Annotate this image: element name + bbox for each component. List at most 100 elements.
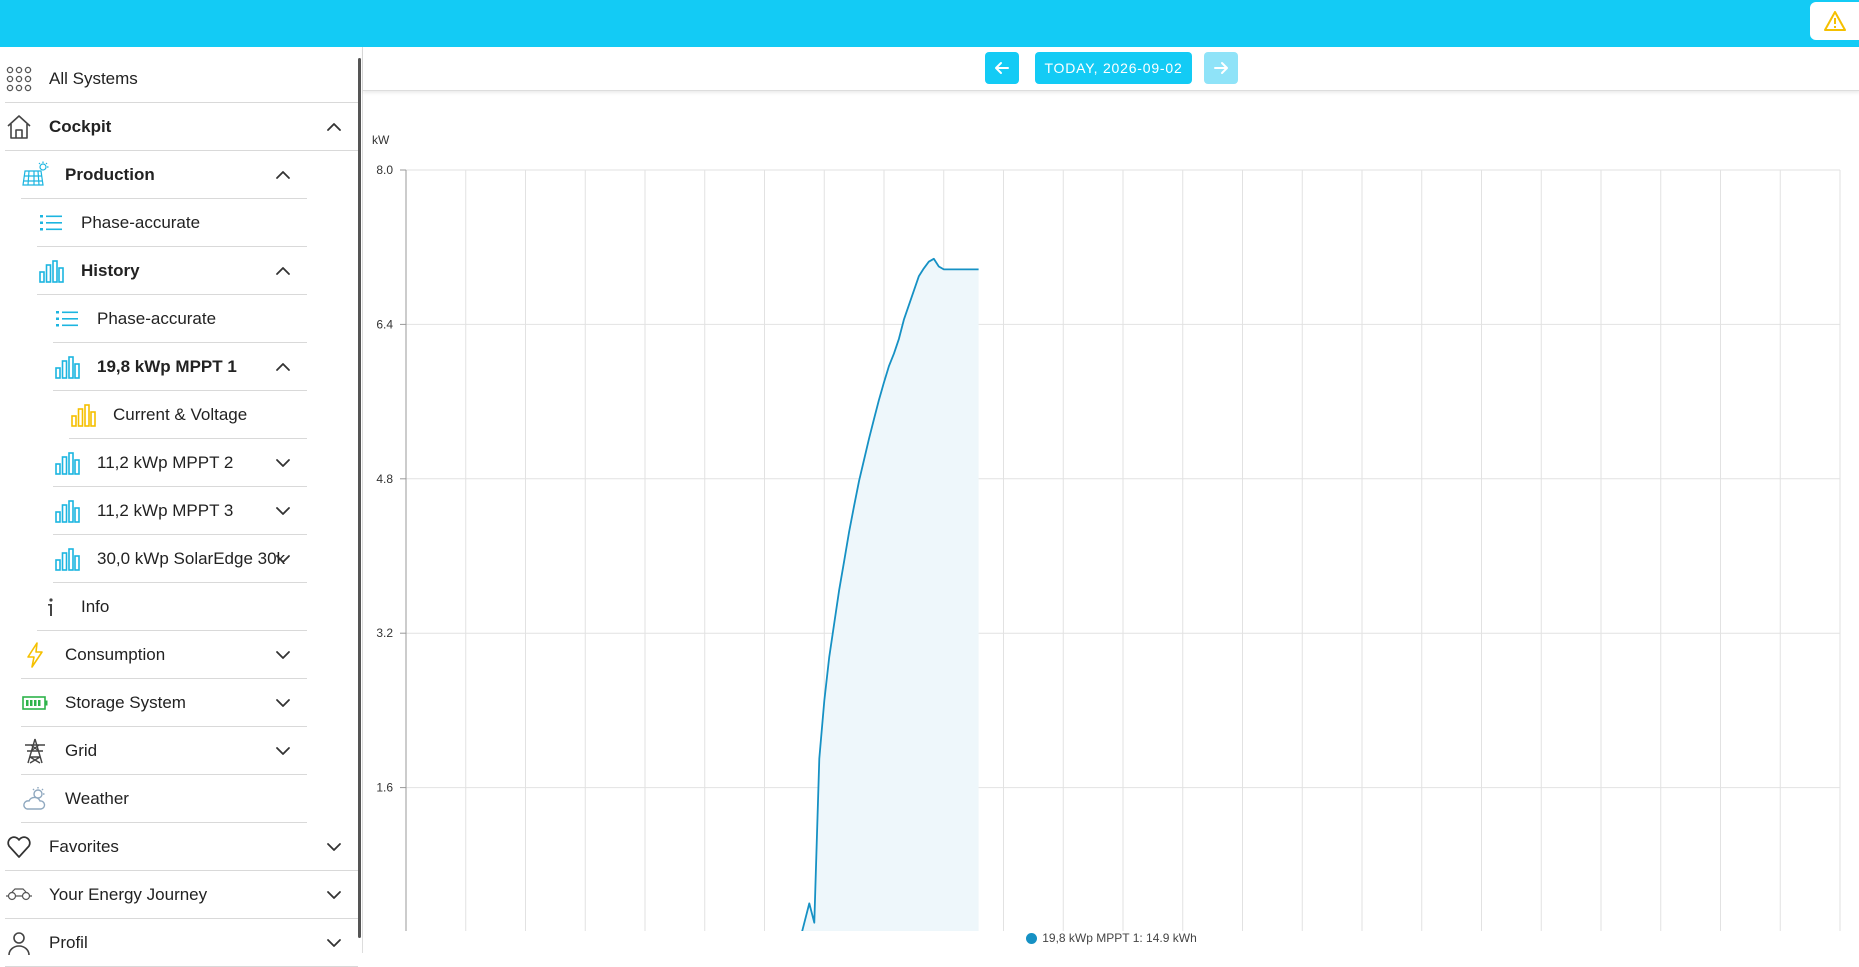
sidebar-item-30-0-kwp-solaredge-30k[interactable]: 30,0 kWp SolarEdge 30k <box>53 535 307 583</box>
series-area <box>802 258 979 931</box>
chevron-down-icon <box>327 843 341 851</box>
list-icon <box>53 305 81 333</box>
expand-toggle[interactable] <box>324 933 344 953</box>
chevron-down-icon <box>276 651 290 659</box>
sidebar-item-cockpit[interactable]: Cockpit <box>5 103 358 151</box>
next-day-button[interactable] <box>1204 52 1238 84</box>
sidebar-item-label: Profil <box>49 932 88 952</box>
sidebar-item-label: Production <box>65 164 155 184</box>
bar-chart-icon <box>53 449 81 477</box>
sidebar-item-19-8-kwp-mppt-1[interactable]: 19,8 kWp MPPT 1 <box>53 343 307 391</box>
legend-marker <box>1026 932 1038 944</box>
solar-panel-icon <box>21 161 49 189</box>
expand-toggle[interactable] <box>273 357 293 377</box>
sidebar-item-label: Storage System <box>65 692 186 712</box>
y-tick-label: 8.0 <box>376 163 393 177</box>
sidebar-scrollbar[interactable] <box>358 58 361 938</box>
bar-chart-icon <box>53 497 81 525</box>
journey-icon <box>5 881 33 909</box>
expand-toggle[interactable] <box>273 501 293 521</box>
sidebar-item-phase-accurate[interactable]: Phase-accurate <box>53 295 307 343</box>
legend-label: 19,8 kWp MPPT 1: 14.9 kWh <box>1042 931 1197 945</box>
sidebar-item-label: Consumption <box>65 644 166 664</box>
bar-chart-icon <box>37 257 65 285</box>
chevron-down-icon <box>327 891 341 899</box>
sidebar-item-info[interactable]: Info <box>37 583 307 631</box>
y-tick-label: 3.2 <box>376 626 393 640</box>
chevron-up-icon <box>327 123 341 131</box>
expand-toggle[interactable] <box>273 261 293 281</box>
power-tower-icon <box>21 737 49 765</box>
sidebar-item-label: Your Energy Journey <box>49 884 208 904</box>
sidebar-item-all-systems[interactable]: All Systems <box>5 55 358 103</box>
chevron-down-icon <box>276 459 290 467</box>
sidebar-item-grid[interactable]: Grid <box>21 727 307 775</box>
sidebar-item-label: 11,2 kWp MPPT 2 <box>97 452 234 472</box>
y-tick-label: 4.8 <box>376 472 393 486</box>
sidebar: All Systems Cockpit Production Phase-accura… <box>0 55 360 967</box>
alert-button[interactable] <box>1810 2 1859 40</box>
sidebar-item-label: 19,8 kWp MPPT 1 <box>97 356 237 376</box>
user-icon <box>5 929 33 957</box>
bar-chart-yellow-icon <box>69 401 97 429</box>
sidebar-item-consumption[interactable]: Consumption <box>21 631 307 679</box>
chart-legend[interactable]: 19,8 kWp MPPT 1: 14.9 kWh <box>363 931 1859 945</box>
sidebar-item-phase-accurate[interactable]: Phase-accurate <box>37 199 307 247</box>
expand-toggle[interactable] <box>324 885 344 905</box>
expand-toggle[interactable] <box>324 837 344 857</box>
previous-day-button[interactable] <box>985 52 1019 84</box>
sidebar-item-label: Current & Voltage <box>113 404 248 424</box>
expand-toggle[interactable] <box>273 693 293 713</box>
sidebar-item-favorites[interactable]: Favorites <box>5 823 358 871</box>
chevron-down-icon <box>276 507 290 515</box>
chevron-up-icon <box>276 267 290 275</box>
bar-chart-icon <box>53 353 81 381</box>
y-tick-label: 6.4 <box>376 317 393 331</box>
expand-toggle[interactable] <box>324 117 344 137</box>
sidebar-item-storage-system[interactable]: Storage System <box>21 679 307 727</box>
expand-toggle[interactable] <box>273 549 293 569</box>
sidebar-item-11-2-kwp-mppt-3[interactable]: 11,2 kWp MPPT 3 <box>53 487 307 535</box>
chevron-down-icon <box>327 939 341 947</box>
lightning-icon <box>21 641 49 669</box>
grid-icon <box>5 65 33 93</box>
sidebar-item-label: 30,0 kWp SolarEdge 30k <box>97 548 286 568</box>
sidebar-item-label: Favorites <box>49 836 119 856</box>
sidebar-item-label: 11,2 kWp MPPT 3 <box>97 500 234 520</box>
sidebar-item-current-voltage[interactable]: Current & Voltage <box>69 391 307 439</box>
chevron-down-icon <box>276 699 290 707</box>
info-icon <box>37 593 65 621</box>
expand-toggle[interactable] <box>273 741 293 761</box>
sidebar-item-label: Info <box>81 596 110 616</box>
date-navigation: TODAY, 2026-09-02 <box>363 47 1859 91</box>
main-panel: TODAY, 2026-09-02 kW0.01.63.24.86.48.000… <box>362 47 1859 953</box>
warning-icon <box>1823 11 1846 31</box>
weather-icon <box>21 785 49 813</box>
y-axis-unit: kW <box>372 133 390 147</box>
chevron-down-icon <box>276 555 290 563</box>
sidebar-item-label: History <box>81 260 140 280</box>
chevron-up-icon <box>276 363 290 371</box>
sidebar-item-weather[interactable]: Weather <box>21 775 307 823</box>
bar-chart-icon <box>53 545 81 573</box>
date-selector-button[interactable]: TODAY, 2026-09-02 <box>1035 52 1192 84</box>
sidebar-item-profil[interactable]: Profil <box>5 919 358 967</box>
top-bar <box>0 0 1859 47</box>
sidebar-item-label: All Systems <box>49 68 138 88</box>
expand-toggle[interactable] <box>273 165 293 185</box>
sidebar-item-label: Grid <box>65 740 98 760</box>
sidebar-item-11-2-kwp-mppt-2[interactable]: 11,2 kWp MPPT 2 <box>53 439 307 487</box>
sidebar-item-label: Cockpit <box>49 116 112 136</box>
arrow-left-icon <box>995 62 1009 74</box>
expand-toggle[interactable] <box>273 645 293 665</box>
expand-toggle[interactable] <box>273 453 293 473</box>
list-icon <box>37 209 65 237</box>
sidebar-item-history[interactable]: History <box>37 247 307 295</box>
home-icon <box>5 113 33 141</box>
sidebar-item-your-energy-journey[interactable]: Your Energy Journey <box>5 871 358 919</box>
chevron-down-icon <box>276 747 290 755</box>
sidebar-item-production[interactable]: Production <box>21 151 307 199</box>
production-chart: kW0.01.63.24.86.48.000:0001:0002:0003:00… <box>372 133 1841 931</box>
sidebar-item-label: Phase-accurate <box>81 212 201 232</box>
arrow-right-icon <box>1214 62 1228 74</box>
